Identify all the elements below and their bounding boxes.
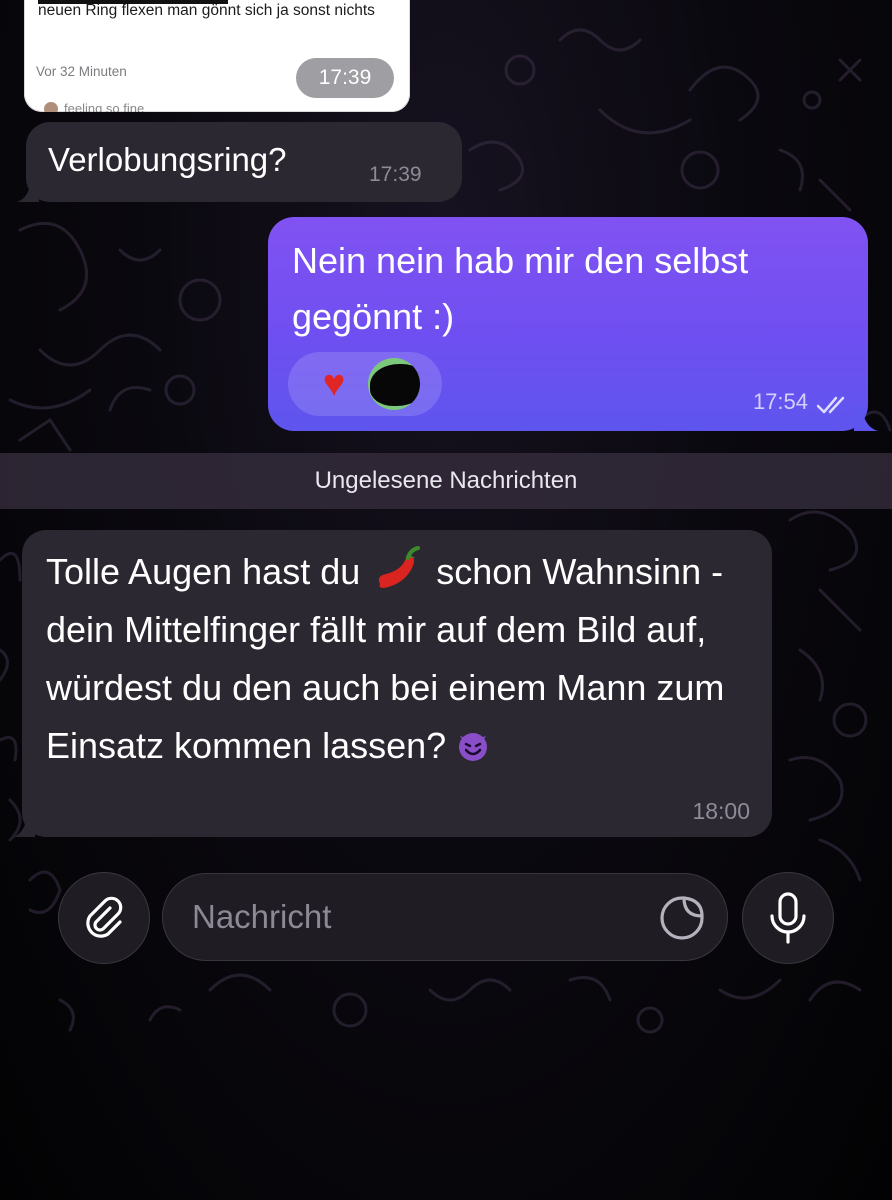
message-text: Nein nein hab mir den selbst gegönnt :) bbox=[292, 240, 749, 337]
smiling-devil-emoji-icon bbox=[459, 733, 488, 761]
paperclip-icon bbox=[86, 896, 123, 938]
message-bubble-incoming[interactable]: Tolle Augen hast du schon Wahnsinn - dei… bbox=[13, 530, 772, 837]
redacted-avatar-blot bbox=[370, 364, 420, 406]
quoted-story-time-ago: Vor 32 Minuten bbox=[36, 64, 127, 79]
chili-pepper-emoji-icon bbox=[379, 546, 421, 588]
microphone-icon bbox=[770, 892, 806, 944]
reactions-pill[interactable]: ♥ bbox=[288, 352, 442, 416]
sticker-icon[interactable] bbox=[658, 894, 706, 942]
message-text: Verlobungsring? bbox=[48, 141, 287, 178]
read-checkmarks-icon bbox=[816, 396, 845, 414]
quoted-story-time: 17:39 bbox=[296, 58, 394, 98]
unread-messages-divider: Ungelesene Nachrichten bbox=[0, 453, 892, 509]
bubble-tail bbox=[17, 180, 39, 202]
message-text: Tolle Augen hast du schon Wahnsinn - dei… bbox=[46, 543, 746, 775]
heart-reaction-icon[interactable]: ♥ bbox=[312, 360, 356, 408]
voice-message-button[interactable] bbox=[742, 872, 834, 964]
reactor-avatar[interactable] bbox=[368, 358, 420, 410]
message-text-part: Tolle Augen hast du bbox=[46, 551, 361, 592]
message-time: 18:00 bbox=[692, 798, 750, 824]
quoted-story-partial-line: feeling so fine bbox=[64, 101, 145, 113]
quoted-story-card[interactable]: Wollte kurz mit meinem neuen Ring flexen… bbox=[24, 0, 410, 112]
message-bubble-outgoing[interactable]: Nein nein hab mir den selbst gegönnt :) … bbox=[268, 217, 878, 431]
bubble-tail bbox=[854, 407, 878, 431]
message-time: 17:54 bbox=[752, 389, 808, 414]
attach-button[interactable] bbox=[58, 872, 150, 964]
message-input[interactable]: Nachricht bbox=[162, 873, 728, 961]
message-bubble-incoming[interactable]: Verlobungsring? 17:39 bbox=[17, 122, 462, 202]
message-time: 17:39 bbox=[369, 163, 422, 186]
bubble-tail bbox=[13, 815, 35, 837]
redacted-name-bar bbox=[38, 0, 228, 4]
quoted-story-avatar bbox=[44, 102, 58, 112]
